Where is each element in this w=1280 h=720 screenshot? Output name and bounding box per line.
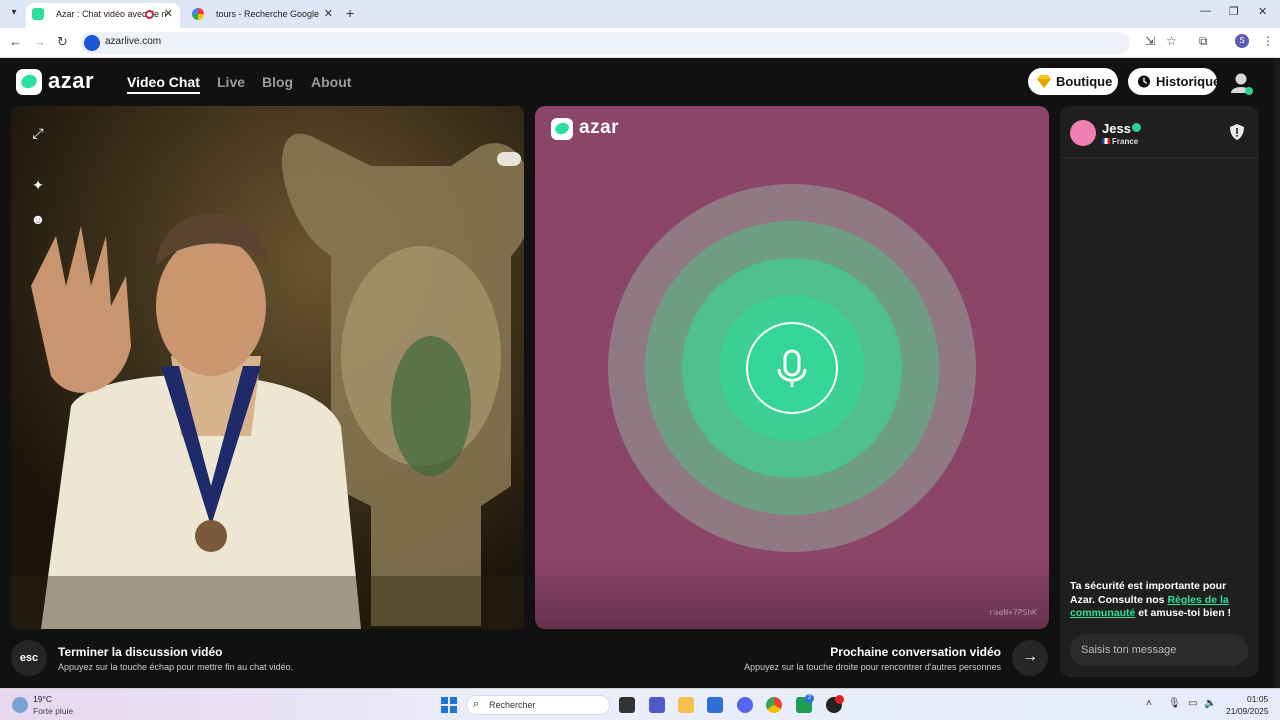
nav-live[interactable]: Live [217, 74, 245, 90]
partner-name: Jess [1102, 121, 1131, 136]
logo-text: azar [48, 68, 95, 93]
chrome-icon[interactable] [766, 697, 782, 713]
shop-label: Boutique [1056, 74, 1113, 89]
report-shield-icon[interactable] [1230, 124, 1244, 140]
close-window-icon[interactable]: ✕ [1258, 5, 1267, 18]
volume-icon[interactable]: 🔈 [1204, 698, 1216, 709]
partner-video-panel: azar raeN+7PShK [535, 106, 1049, 629]
discord-icon[interactable] [737, 697, 753, 713]
next-chat-title: Prochaine conversation vidéo [830, 645, 1001, 659]
extensions-icon[interactable]: ⧉ [1199, 34, 1208, 49]
task-view-icon[interactable] [619, 697, 635, 713]
search-placeholder: Rechercher [489, 700, 536, 710]
next-chat-button[interactable]: → [1012, 640, 1048, 676]
microphone-icon [777, 349, 807, 387]
verified-badge-icon [1132, 123, 1141, 132]
network-icon[interactable]: ▭ [1188, 698, 1197, 709]
expand-icon[interactable]: ⤢ [29, 124, 47, 142]
history-label: Historique [1156, 74, 1221, 89]
chat-header: Jess France [1060, 106, 1259, 158]
close-tab-icon[interactable]: ✕ [164, 3, 173, 26]
windows-start-icon[interactable] [441, 697, 457, 713]
google-favicon-icon [192, 8, 204, 20]
nav-about[interactable]: About [311, 74, 351, 90]
rain-cloud-icon[interactable] [12, 697, 28, 713]
tab-search-menu-icon[interactable]: ▾ [6, 5, 22, 21]
end-chat-subtitle: Appuyez sur la touche échap pour mettre … [58, 662, 294, 672]
nav-video-chat[interactable]: Video Chat [127, 74, 200, 94]
nav-blog[interactable]: Blog [262, 74, 293, 90]
recording-indicator-icon [145, 10, 154, 19]
self-video-feed: ⤢ ✦ ☻ [11, 106, 524, 629]
reload-icon[interactable]: ↻ [57, 34, 68, 50]
show-hidden-icons-icon[interactable]: ˄ [1146, 698, 1152, 709]
browser-toolbar: ← → ↻ azarlive.com ⇲ ☆ ⧉ S ⋮ [0, 28, 1280, 58]
france-flag-icon [1102, 138, 1110, 144]
site-info-icon[interactable] [84, 35, 100, 51]
weather-temperature: 19°C [33, 694, 52, 704]
browser-tabbar: ▾ Azar : Chat vidéo avec de n ✕ tours - … [0, 0, 1280, 28]
tab-title: tours - Recherche Google [216, 9, 320, 19]
tab-azar[interactable]: Azar : Chat vidéo avec de n ✕ [26, 3, 180, 28]
diamond-icon [1037, 75, 1051, 88]
session-watermark: raeN+7PShK [988, 608, 1037, 617]
clock-time[interactable]: 01:05 [1247, 694, 1268, 704]
effects-sparkle-icon[interactable]: ✦ [29, 176, 47, 194]
notification-dot [835, 695, 844, 704]
microphone-tray-icon[interactable]: 🎙 [1168, 698, 1181, 709]
teams-icon[interactable] [649, 697, 665, 713]
partner-logo-text: azar [579, 117, 620, 138]
bookmark-star-icon[interactable]: ☆ [1166, 34, 1177, 48]
azar-favicon-icon [32, 8, 44, 20]
history-clock-icon [1137, 75, 1151, 88]
user-avatar-icon[interactable] [1228, 70, 1254, 96]
azar-logo-icon [16, 69, 42, 95]
minimize-icon[interactable]: — [1200, 5, 1211, 17]
message-input[interactable]: Saisis ton message [1070, 634, 1248, 666]
next-chat-subtitle: Appuyez sur la touche droite pour rencon… [744, 662, 1001, 672]
microphone-button[interactable] [746, 322, 838, 414]
close-tab-icon[interactable]: ✕ [324, 3, 333, 26]
file-explorer-icon[interactable] [678, 697, 694, 713]
clock-date[interactable]: 21/09/2025 [1226, 706, 1269, 716]
partner-avatar[interactable] [1070, 120, 1096, 146]
azar-logo[interactable]: azar [16, 68, 106, 97]
url-text: azarlive.com [105, 36, 162, 47]
microsoft-store-icon[interactable] [707, 697, 723, 713]
azar-app: azar Video Chat Live Blog About Boutique… [0, 58, 1280, 688]
windows-taskbar: 19°C Forte pluie ⌕ Rechercher 2 ˄ 🎙 ▭ 🔈 … [0, 688, 1280, 720]
back-icon[interactable]: ← [9, 34, 22, 49]
menu-kebab-icon[interactable]: ⋮ [1262, 34, 1274, 48]
page-scrollbar[interactable] [1274, 58, 1280, 688]
partner-country: France [1112, 137, 1139, 146]
panel-bottom-fade [535, 559, 1049, 629]
safety-text-2: et amuse-toi bien ! [1135, 607, 1232, 619]
xbox-badge: 2 [805, 694, 814, 703]
forward-icon[interactable]: → [33, 34, 46, 49]
tab-google[interactable]: tours - Recherche Google ✕ [186, 3, 340, 28]
weather-description: Forte pluie [33, 706, 74, 716]
install-app-icon[interactable]: ⇲ [1145, 34, 1155, 48]
taskbar-search[interactable]: ⌕ Rechercher [466, 695, 610, 715]
azar-logo-icon [551, 118, 573, 140]
search-icon: ⌕ [473, 698, 480, 710]
end-chat-title: Terminer la discussion vidéo [58, 645, 223, 659]
address-bar[interactable]: azarlive.com [80, 32, 1130, 54]
new-tab-button[interactable]: + [346, 5, 354, 21]
profile-avatar[interactable]: S [1235, 34, 1249, 48]
end-chat-button[interactable]: esc [11, 640, 47, 676]
history-button[interactable]: Historique [1128, 68, 1221, 95]
camera-toggle[interactable] [497, 152, 521, 166]
shop-button[interactable]: Boutique [1028, 68, 1118, 95]
self-video-image [11, 106, 524, 629]
restore-icon[interactable]: ❐ [1229, 5, 1239, 18]
chat-panel: Jess France Ta sécurité est importante p… [1060, 106, 1259, 677]
safety-notice: Ta sécurité est importante pour Azar. Co… [1070, 580, 1252, 621]
face-filter-icon[interactable]: ☻ [29, 210, 47, 228]
